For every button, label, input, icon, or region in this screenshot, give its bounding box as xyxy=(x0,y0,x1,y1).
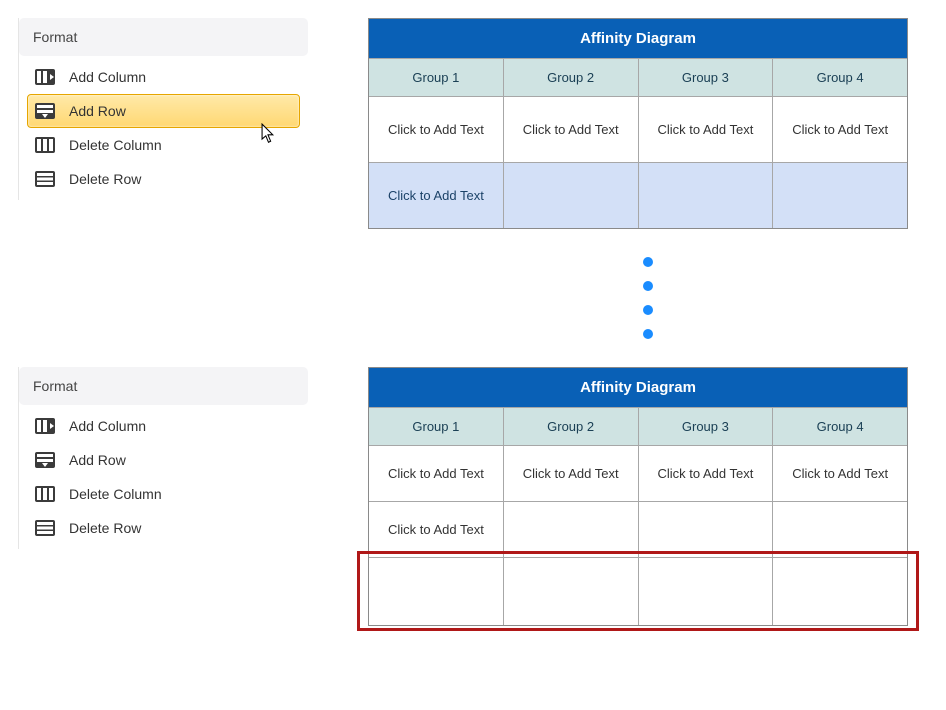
diagram-cell[interactable]: Click to Add Text xyxy=(504,445,639,501)
sidebar-item-label: Add Row xyxy=(69,452,126,468)
group-header[interactable]: Group 1 xyxy=(369,58,504,96)
scene-before: Format Add Column Add Row Delete Column xyxy=(18,18,928,229)
group-header[interactable]: Group 4 xyxy=(773,58,907,96)
diagram-cell[interactable]: Click to Add Text xyxy=(639,96,774,162)
group-header[interactable]: Group 2 xyxy=(504,407,639,445)
sidebar-item-delete-row[interactable]: Delete Row xyxy=(27,162,300,196)
diagram-header-row: Group 1 Group 2 Group 3 Group 4 xyxy=(369,58,907,96)
sidebar-item-label: Delete Row xyxy=(69,520,141,536)
sidebar-item-label: Add Column xyxy=(69,418,146,434)
diagram-body-row-new xyxy=(369,557,907,625)
add-column-icon xyxy=(35,418,55,434)
sidebar-title: Format xyxy=(19,367,308,405)
diagram-cell[interactable] xyxy=(639,557,774,625)
diagram-cell[interactable]: Click to Add Text xyxy=(369,445,504,501)
scene-after: Format Add Column Add Row Delete Column xyxy=(18,367,928,626)
delete-row-icon xyxy=(35,171,55,187)
diagram-body-row-selected: Click to Add Text xyxy=(369,162,907,228)
dot-icon xyxy=(643,281,653,291)
sidebar-item-add-row[interactable]: Add Row xyxy=(27,94,300,128)
sidebar-item-label: Delete Row xyxy=(69,171,141,187)
diagram-header-row: Group 1 Group 2 Group 3 Group 4 xyxy=(369,407,907,445)
diagram-cell[interactable] xyxy=(504,162,639,228)
diagram-body-row: Click to Add Text xyxy=(369,501,907,557)
diagram-title: Affinity Diagram xyxy=(369,368,907,407)
sidebar-list: Add Column Add Row Delete Column Delete … xyxy=(19,405,308,549)
sidebar-item-delete-row[interactable]: Delete Row xyxy=(27,511,300,545)
sidebar-item-label: Delete Column xyxy=(69,137,162,153)
diagram-cell[interactable] xyxy=(504,557,639,625)
diagram-cell[interactable] xyxy=(773,501,907,557)
diagram-cell[interactable]: Click to Add Text xyxy=(369,162,504,228)
diagram-title: Affinity Diagram xyxy=(369,19,907,58)
affinity-diagram-before: Affinity Diagram Group 1 Group 2 Group 3… xyxy=(368,18,908,229)
sidebar-item-add-row[interactable]: Add Row xyxy=(27,443,300,477)
diagram-cell[interactable] xyxy=(639,501,774,557)
diagram-cell[interactable]: Click to Add Text xyxy=(369,501,504,557)
add-column-icon xyxy=(35,69,55,85)
delete-column-icon xyxy=(35,486,55,502)
diagram-cell[interactable] xyxy=(639,162,774,228)
diagram-cell[interactable]: Click to Add Text xyxy=(773,445,907,501)
diagram-cell[interactable] xyxy=(773,557,907,625)
sidebar-item-delete-column[interactable]: Delete Column xyxy=(27,128,300,162)
group-header[interactable]: Group 4 xyxy=(773,407,907,445)
delete-column-icon xyxy=(35,137,55,153)
diagram-body-row: Click to Add Text Click to Add Text Clic… xyxy=(369,445,907,501)
sidebar-title: Format xyxy=(19,18,308,56)
format-sidebar: Format Add Column Add Row Delete Column xyxy=(18,18,308,200)
sidebar-list: Add Column Add Row Delete Column Delete … xyxy=(19,56,308,200)
group-header[interactable]: Group 2 xyxy=(504,58,639,96)
sidebar-item-label: Add Row xyxy=(69,103,126,119)
dot-icon xyxy=(643,329,653,339)
add-row-icon xyxy=(35,452,55,468)
diagram-cell[interactable] xyxy=(504,501,639,557)
sidebar-item-label: Delete Column xyxy=(69,486,162,502)
sidebar-item-add-column[interactable]: Add Column xyxy=(27,60,300,94)
delete-row-icon xyxy=(35,520,55,536)
diagram-cell[interactable]: Click to Add Text xyxy=(639,445,774,501)
dot-icon xyxy=(643,257,653,267)
diagram-cell[interactable] xyxy=(369,557,504,625)
add-row-icon xyxy=(35,103,55,119)
diagram-body-row: Click to Add Text Click to Add Text Clic… xyxy=(369,96,907,162)
format-sidebar: Format Add Column Add Row Delete Column xyxy=(18,367,308,549)
diagram-cell[interactable]: Click to Add Text xyxy=(773,96,907,162)
transition-ellipsis xyxy=(378,257,918,339)
affinity-diagram-after: Affinity Diagram Group 1 Group 2 Group 3… xyxy=(368,367,908,626)
group-header[interactable]: Group 3 xyxy=(639,407,774,445)
diagram-cell[interactable]: Click to Add Text xyxy=(369,96,504,162)
sidebar-item-add-column[interactable]: Add Column xyxy=(27,409,300,443)
group-header[interactable]: Group 3 xyxy=(639,58,774,96)
diagram-cell[interactable] xyxy=(773,162,907,228)
diagram-cell[interactable]: Click to Add Text xyxy=(504,96,639,162)
sidebar-item-delete-column[interactable]: Delete Column xyxy=(27,477,300,511)
group-header[interactable]: Group 1 xyxy=(369,407,504,445)
dot-icon xyxy=(643,305,653,315)
sidebar-item-label: Add Column xyxy=(69,69,146,85)
